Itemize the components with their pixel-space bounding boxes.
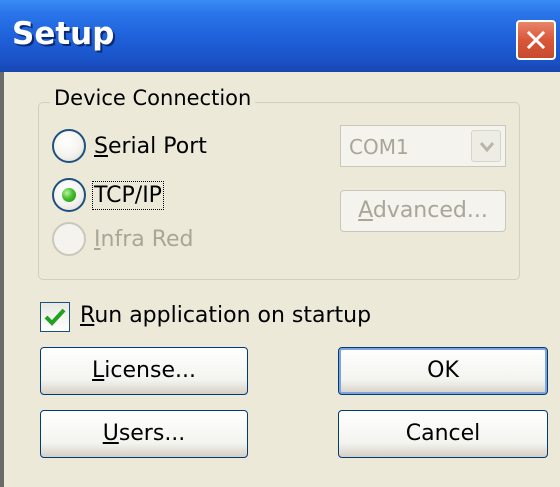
radio-circle[interactable] <box>52 129 86 163</box>
radio-infra-red[interactable]: Infra Red <box>52 221 194 257</box>
license-button[interactable]: License... <box>40 347 248 395</box>
setup-dialog: Setup Device Connection Serial Port TCP/… <box>0 0 560 487</box>
advanced-button[interactable]: Advanced... <box>340 190 506 232</box>
port-select[interactable]: COM1 <box>340 125 506 167</box>
users-button[interactable]: Users... <box>40 410 248 458</box>
radio-selected-dot <box>62 188 76 202</box>
radio-label-infra-red: Infra Red <box>94 226 194 252</box>
title-bar[interactable]: Setup <box>0 0 560 72</box>
checkmark-icon <box>44 308 66 326</box>
port-select-dropdown-button[interactable] <box>471 130 501 162</box>
window-title: Setup <box>12 16 115 52</box>
radio-circle[interactable] <box>52 178 86 212</box>
radio-circle[interactable] <box>52 222 86 256</box>
radio-label-serial-port: Serial Port <box>94 133 207 159</box>
device-connection-legend: Device Connection <box>50 86 256 110</box>
ok-button[interactable]: OK <box>338 347 548 395</box>
run-on-startup-checkbox[interactable] <box>40 302 70 332</box>
radio-tcp-ip[interactable]: TCP/IP <box>52 177 164 213</box>
radio-label-tcp-ip: TCP/IP <box>92 180 164 210</box>
close-icon <box>526 30 546 50</box>
close-button[interactable] <box>516 20 556 60</box>
chevron-down-icon <box>479 142 495 153</box>
radio-serial-port[interactable]: Serial Port <box>52 128 207 164</box>
cancel-button[interactable]: Cancel <box>338 410 548 458</box>
run-on-startup-label: Run application on startup <box>80 303 372 328</box>
window-left-border <box>0 72 4 487</box>
port-select-value: COM1 <box>349 135 409 159</box>
